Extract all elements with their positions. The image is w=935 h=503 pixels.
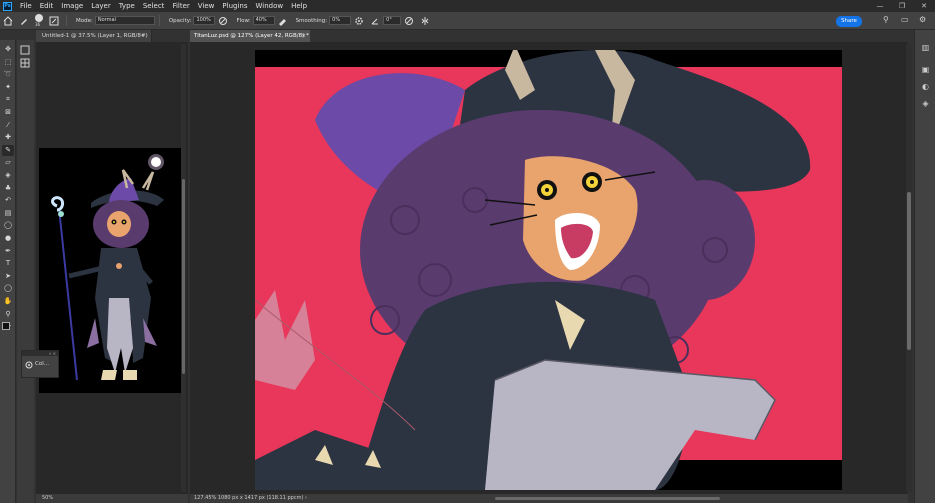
doc2-status-text[interactable]: 127.45% 1080 px x 1417 px (118.11 ppcm) …	[194, 495, 307, 501]
share-button[interactable]: Share	[836, 16, 862, 27]
menu-type[interactable]: Type	[115, 2, 139, 10]
adjustments-panel-icon[interactable]	[20, 58, 30, 68]
zoom-tool[interactable]: ⚲	[2, 309, 14, 320]
flow-label: Flow:	[236, 17, 251, 24]
pen-tool[interactable]: ✒	[2, 246, 14, 257]
type-tool[interactable]: T	[2, 258, 14, 269]
mode-select[interactable]: Normal	[94, 16, 155, 25]
move-tool[interactable]: ✥	[2, 44, 14, 55]
menu-view[interactable]: View	[194, 2, 219, 10]
frame-tool[interactable]: ⊠	[2, 107, 14, 118]
paint-bucket-tool[interactable]: ◈	[2, 170, 14, 181]
libraries-icon[interactable]: ▥	[920, 42, 931, 53]
color-swatches[interactable]	[2, 322, 14, 335]
doc1-status-bar: 50%	[36, 494, 188, 503]
lasso-tool[interactable]: ➰	[2, 69, 14, 80]
ellipse-tool[interactable]: ◯	[2, 283, 14, 294]
tools-panel: ✥⬚➰✦⌗⊠⁄✚✎▱◈♣↶▤◯●✒T➤◯✋⚲···	[0, 40, 16, 503]
document-tab-titanluz[interactable]: TitanLuz.psd @ 127% (Layer 42, RGB/8) * …	[190, 30, 310, 42]
settings-icon[interactable]: ⚙	[919, 15, 929, 25]
minimize-button[interactable]: —	[869, 0, 891, 12]
eraser-tool[interactable]: ▱	[2, 157, 14, 168]
angle-field[interactable]: 0°	[383, 16, 402, 25]
mode-label: Mode:	[76, 17, 93, 24]
crop-tool[interactable]: ⌗	[2, 94, 14, 105]
document-area-untitled[interactable]	[36, 42, 188, 494]
photoshop-window: Ps File Edit Image Layer Type Select Fil…	[0, 0, 935, 503]
history-brush-tool[interactable]: ↶	[2, 195, 14, 206]
menu-window[interactable]: Window	[251, 2, 287, 10]
angle-icon	[371, 18, 379, 24]
window-controls: — ❐ ✕	[869, 0, 935, 12]
main-artwork-canvas[interactable]	[255, 50, 842, 490]
symmetry-icon[interactable]	[420, 16, 430, 26]
separator	[158, 15, 160, 26]
foreground-color-swatch[interactable]	[2, 322, 10, 330]
close-tab-icon[interactable]: ×	[301, 30, 306, 42]
color-wheel-icon	[25, 361, 33, 369]
search-icon[interactable]: ⚲	[883, 15, 893, 25]
menu-edit[interactable]: Edit	[36, 2, 58, 10]
options-right-icons: ⚲ ▭ ⚙	[883, 15, 929, 25]
document-tab-untitled[interactable]: Untitled-1 @ 37.5% (Layer 1, RGB/8#) * ×	[36, 30, 152, 51]
blur-tool[interactable]: ◯	[2, 220, 14, 231]
doc2-vertical-scrollbar[interactable]	[906, 44, 912, 492]
path-selection-tool[interactable]: ➤	[2, 271, 14, 282]
separator	[66, 15, 67, 26]
options-bar: 36 Mode: Normal Opacity: 100% Flow: 40% …	[0, 12, 935, 30]
color-panel-collapsed[interactable]: « × Col...	[21, 350, 59, 378]
pressure-opacity-icon[interactable]	[218, 16, 228, 26]
secondary-panel-strip	[17, 40, 34, 503]
opacity-label: Opacity:	[168, 17, 192, 24]
opacity-field[interactable]: 100%	[193, 16, 216, 25]
scrollbar-thumb[interactable]	[182, 179, 185, 374]
eyedropper-tool[interactable]: ⁄	[2, 120, 14, 131]
marquee-tool[interactable]: ⬚	[2, 57, 14, 68]
menu-layer[interactable]: Layer	[87, 2, 115, 10]
gradient-tool[interactable]: ▤	[2, 208, 14, 219]
scrollbar-thumb[interactable]	[907, 192, 911, 350]
smoothing-label: Smoothing:	[295, 17, 328, 24]
clone-stamp-tool[interactable]: ♣	[2, 183, 14, 194]
magic-wand-tool[interactable]: ✦	[2, 82, 14, 93]
brush-settings-icon[interactable]	[49, 16, 59, 26]
close-button[interactable]: ✕	[913, 0, 935, 12]
layers-icon[interactable]: ◈	[920, 98, 931, 109]
doc1-vertical-scrollbar[interactable]	[181, 44, 186, 492]
menu-file[interactable]: File	[16, 2, 36, 10]
doc2-status-bar: 127.45% 1080 px x 1417 px (118.11 ppcm) …	[190, 494, 908, 503]
brush-preset-icon[interactable]	[19, 16, 29, 26]
color-panel-label: Col...	[35, 361, 49, 367]
home-icon[interactable]	[3, 15, 13, 26]
gear-icon[interactable]	[354, 16, 364, 26]
menu-help[interactable]: Help	[287, 2, 311, 10]
brush-size-value: 36	[35, 21, 41, 27]
pressure-size-icon[interactable]	[404, 16, 414, 26]
tab-title: TitanLuz.psd @ 127% (Layer 42, RGB/8) *	[194, 33, 309, 39]
workspace-icon[interactable]: ▭	[901, 15, 911, 25]
panel-header[interactable]: « ×	[22, 351, 58, 356]
history-panel-icon[interactable]	[20, 45, 30, 55]
healing-tool[interactable]: ✚	[2, 132, 14, 143]
airbrush-icon[interactable]	[278, 16, 288, 26]
menu-filter[interactable]: Filter	[168, 2, 193, 10]
hand-tool[interactable]: ✋	[2, 296, 14, 307]
reference-canvas[interactable]	[39, 148, 182, 393]
dodge-tool[interactable]: ●	[2, 233, 14, 244]
right-panel-dock: ▥ ▣ ◐ ◈	[914, 30, 935, 503]
adjustments-icon[interactable]: ◐	[920, 81, 931, 92]
menu-image[interactable]: Image	[57, 2, 87, 10]
menu-plugins[interactable]: Plugins	[218, 2, 251, 10]
doc2-horizontal-scrollbar[interactable]	[495, 497, 720, 500]
doc1-zoom-level[interactable]: 50%	[42, 495, 53, 501]
flow-field[interactable]: 40%	[252, 16, 275, 25]
brush-tool[interactable]: ✎	[2, 144, 14, 156]
smoothing-field[interactable]: 0%	[329, 16, 352, 25]
properties-icon[interactable]: ▣	[920, 64, 931, 75]
photoshop-logo: Ps	[3, 1, 12, 11]
maximize-button[interactable]: ❐	[891, 0, 913, 12]
menu-select[interactable]: Select	[139, 2, 169, 10]
brush-size-picker[interactable]: 36	[32, 13, 46, 28]
menu-bar: Ps File Edit Image Layer Type Select Fil…	[0, 0, 935, 12]
